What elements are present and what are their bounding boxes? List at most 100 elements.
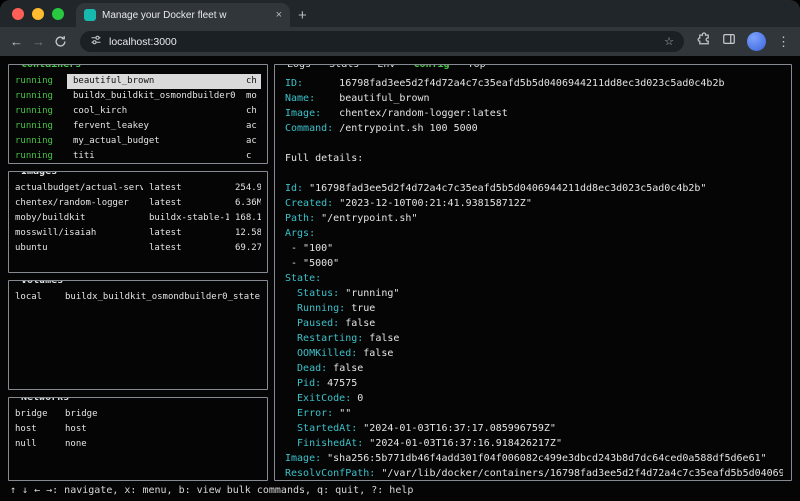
- window-zoom-button[interactable]: [52, 8, 64, 20]
- config-line: OOMKilled: false: [285, 346, 783, 361]
- image-row[interactable]: ubuntulatest69.27MB: [15, 241, 261, 256]
- config-line: Name: beautiful_brown: [285, 91, 783, 106]
- config-line: Restarting: false: [285, 331, 783, 346]
- bookmark-star-icon[interactable]: ☆: [664, 35, 674, 48]
- containers-list: runningbeautiful_brownch runningbuildx_b…: [15, 74, 261, 164]
- config-key: FinishedAt:: [285, 438, 363, 449]
- browser-tab[interactable]: Manage your Docker fleet w ×: [76, 3, 290, 27]
- network-row[interactable]: host host: [15, 422, 261, 437]
- inspector-tab[interactable]: Top: [450, 64, 486, 70]
- reload-icon: [54, 35, 67, 48]
- docker-tui: Containers runningbeautiful_brownch runn…: [0, 56, 800, 501]
- config-key: Restarting:: [285, 333, 363, 344]
- images-panel: Images actualbudget/actual-serverlatest2…: [8, 171, 268, 273]
- inspector-tab[interactable]: Stats: [311, 64, 359, 70]
- config-value: chentex/random-logger:latest: [321, 108, 508, 119]
- config-line: [285, 136, 783, 151]
- container-row[interactable]: running titic: [15, 149, 261, 164]
- inspector-panel: LogsStatsEnvConfigTop ID: 16798fad3ee5d2…: [274, 64, 792, 481]
- config-value: 47575: [321, 378, 357, 389]
- browser-chrome: Manage your Docker fleet w × + ← →: [0, 0, 800, 56]
- config-value: false: [357, 348, 393, 359]
- volume-row[interactable]: localbuildx_buildkit_osmondbuilder0_stat…: [15, 290, 261, 305]
- tab-close-icon[interactable]: ×: [276, 9, 282, 21]
- network-row[interactable]: nullnone: [15, 437, 261, 452]
- container-row[interactable]: runningbeautiful_brownch: [15, 74, 261, 89]
- url-bar[interactable]: localhost:3000 ☆: [80, 31, 684, 52]
- config-value: - "100": [285, 243, 333, 254]
- window-close-button[interactable]: [12, 8, 24, 20]
- config-key: Running:: [285, 303, 345, 314]
- config-line: Paused: false: [285, 316, 783, 331]
- container-state: running: [15, 149, 67, 164]
- config-key: Dead:: [285, 363, 327, 374]
- url-text[interactable]: localhost:3000: [109, 36, 657, 48]
- inspector-tab[interactable]: Env: [359, 64, 395, 70]
- network-name: null: [15, 437, 53, 452]
- config-value: "2024-01-03T16:37:17.085996759Z": [357, 423, 556, 434]
- container-image-abbrev: mo: [246, 89, 261, 104]
- containers-panel: Containers runningbeautiful_brownch runn…: [8, 64, 268, 164]
- image-row[interactable]: moby/buildkitbuildx-stable-1168.1MB: [15, 211, 261, 226]
- config-key: Paused:: [285, 318, 339, 329]
- network-row[interactable]: bridgebridge: [15, 407, 261, 422]
- config-value: beautiful_brown: [315, 93, 429, 104]
- container-image-abbrev: ac: [246, 119, 261, 134]
- extensions-icon[interactable]: [697, 32, 711, 51]
- config-key: Image:: [285, 108, 321, 119]
- config-line: ID: 16798fad3ee5d2f4d72a4c7c35eafd5b5d04…: [285, 76, 783, 91]
- image-name: moby/buildkit: [15, 211, 143, 226]
- config-value: "16798fad3ee5d2f4d72a4c7c35eafd5b5d04069…: [303, 183, 706, 194]
- config-key: Created:: [285, 198, 333, 209]
- tab-favicon-icon: [84, 9, 96, 21]
- config-value: "/entrypoint.sh": [315, 213, 417, 224]
- container-row[interactable]: runningfervent_leakeyac: [15, 119, 261, 134]
- back-button[interactable]: ←: [10, 35, 23, 48]
- image-row[interactable]: mosswill/isaiahlatest12.58MB: [15, 226, 261, 241]
- site-info-icon[interactable]: [90, 33, 102, 51]
- window-minimize-button[interactable]: [32, 8, 44, 20]
- container-state: running: [15, 74, 67, 89]
- new-tab-button[interactable]: +: [298, 7, 307, 24]
- container-name: my_actual_budget: [73, 134, 240, 149]
- config-key: ExitCode:: [285, 393, 351, 404]
- config-key: Pid:: [285, 378, 321, 389]
- image-tag: buildx-stable-1: [149, 211, 229, 226]
- browser-menu-icon[interactable]: ⋮: [777, 35, 790, 48]
- image-name: chentex/random-logger: [15, 196, 143, 211]
- config-line: StartedAt: "2024-01-03T16:37:17.08599675…: [285, 421, 783, 436]
- image-tag: latest: [149, 196, 229, 211]
- tab-strip: Manage your Docker fleet w × +: [0, 0, 800, 27]
- profile-avatar[interactable]: [747, 32, 766, 51]
- config-line: Full details:: [285, 151, 783, 166]
- network-driver: bridge: [65, 407, 261, 422]
- container-row[interactable]: runningmy_actual_budgetac: [15, 134, 261, 149]
- container-name: fervent_leakey: [73, 119, 240, 134]
- networks-panel: Networks bridgebridge hosthost nullnone: [8, 397, 268, 481]
- side-panel-icon[interactable]: [722, 32, 736, 51]
- image-row[interactable]: chentex/random-loggerlatest6.36MB: [15, 196, 261, 211]
- container-image-abbrev: c: [246, 149, 261, 164]
- config-value: false: [363, 333, 399, 344]
- container-state: running: [15, 134, 67, 149]
- browser-window: Manage your Docker fleet w × + ← →: [0, 0, 800, 501]
- inspector-tab[interactable]: Logs: [287, 64, 311, 70]
- config-value: "/var/lib/docker/containers/16798fad3ee5…: [375, 468, 783, 479]
- container-image-abbrev: ch: [246, 74, 261, 89]
- config-key: Args:: [285, 228, 315, 239]
- inspector-tab[interactable]: Config: [395, 64, 449, 70]
- containers-panel-title: Containers: [17, 64, 85, 73]
- container-row[interactable]: runningbuildx_buildkit_osmondbuilder0mo: [15, 89, 261, 104]
- reload-button[interactable]: [54, 35, 67, 48]
- image-tag: latest: [149, 226, 229, 241]
- forward-button[interactable]: →: [32, 35, 45, 48]
- image-row[interactable]: actualbudget/actual-serverlatest254.9MB: [15, 181, 261, 196]
- config-line: Args:: [285, 226, 783, 241]
- volumes-panel: Volumes localbuildx_buildkit_osmondbuild…: [8, 280, 268, 390]
- container-row[interactable]: runningcool_kirchch: [15, 104, 261, 119]
- network-driver: host: [65, 422, 261, 437]
- config-line: Pid: 47575: [285, 376, 783, 391]
- container-name: titi: [73, 149, 240, 164]
- container-state: running: [15, 104, 67, 119]
- network-name: host: [15, 422, 53, 437]
